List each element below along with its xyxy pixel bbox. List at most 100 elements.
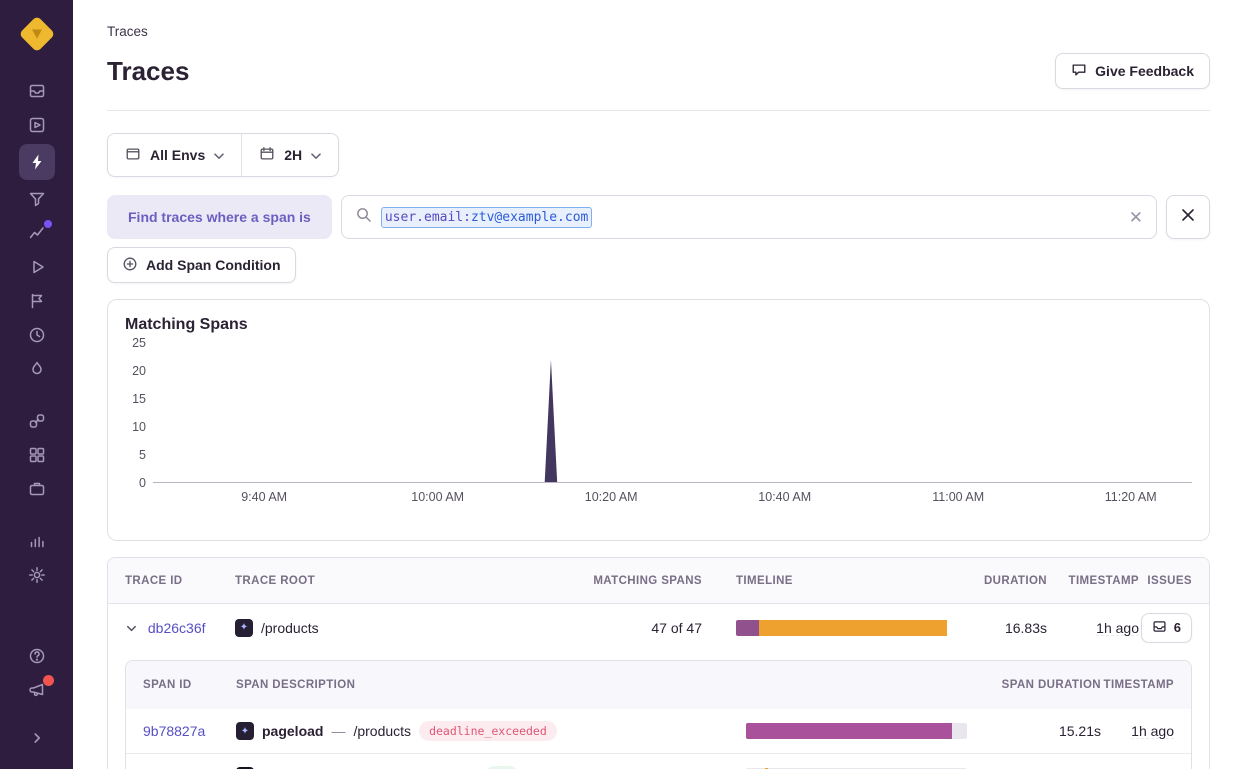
trace-timeline-bar[interactable] [736, 620, 947, 636]
span-table: SPAN ID SPAN DESCRIPTION SPAN DURATION T… [125, 660, 1192, 769]
sidebar-collapse-toggle[interactable] [19, 723, 55, 753]
op-separator: — [331, 723, 345, 739]
page-header: Traces Traces Give Feedback [73, 0, 1241, 111]
col-timestamp: TIMESTAMP [1047, 575, 1139, 587]
col-trace-id: TRACE ID [108, 575, 235, 587]
token-key: user.email: [385, 210, 471, 225]
grid-icon [28, 446, 46, 464]
sidebar-item-dashboards[interactable] [19, 440, 55, 470]
trace-duration: 16.83s [947, 620, 1047, 636]
issues-icon [28, 82, 46, 100]
project-avatar: ✦ [235, 619, 253, 637]
chevron-down-icon [214, 147, 224, 163]
span-search-input[interactable]: user.email:ztv@example.com ✕ [341, 195, 1157, 239]
broadcast-icon [28, 681, 46, 699]
sidebar-item-replays[interactable] [19, 252, 55, 282]
col-matching-spans: MATCHING SPANS [507, 575, 702, 587]
search-clear-icon[interactable]: ✕ [1129, 209, 1143, 226]
sidebar-item-releases[interactable] [19, 474, 55, 504]
sidebar-item-help[interactable] [19, 641, 55, 671]
traces-table-header: TRACE ID TRACE ROOT MATCHING SPANS TIMEL… [108, 558, 1209, 604]
trace-issues-button[interactable]: 6 [1141, 613, 1192, 643]
trace-timestamp: 1h ago [1096, 620, 1139, 636]
add-span-condition-button[interactable]: Add Span Condition [107, 247, 296, 283]
date-range-filter[interactable]: 2H [241, 134, 338, 176]
span-timeline-bar[interactable] [746, 723, 967, 739]
col-trace-root: TRACE ROOT [235, 575, 507, 587]
search-filter-token[interactable]: user.email:ztv@example.com [381, 207, 593, 228]
environment-icon [125, 146, 141, 165]
breadcrumb[interactable]: Traces [107, 24, 1210, 39]
search-icon [355, 206, 372, 228]
environment-filter[interactable]: All Envs [108, 134, 241, 176]
app-logo[interactable] [19, 16, 55, 52]
chart-title: Matching Spans [125, 316, 1192, 334]
flag-icon [28, 292, 46, 310]
chart-spike [153, 343, 1192, 482]
logo-bolt-icon [32, 30, 42, 39]
sidebar-item-whats-new[interactable] [19, 675, 55, 705]
add-span-condition-label: Add Span Condition [146, 257, 281, 273]
sidebar-item-settings[interactable] [19, 560, 55, 590]
sidebar-item-crons[interactable] [19, 320, 55, 350]
find-traces-pill: Find traces where a span is [107, 195, 332, 239]
plus-circle-icon [122, 256, 138, 275]
play-icon [28, 258, 46, 276]
sidebar-item-traces[interactable] [19, 144, 55, 180]
main-panel: Traces Traces Give Feedback All Envs 2H [73, 0, 1241, 769]
give-feedback-label: Give Feedback [1095, 63, 1194, 79]
spike-shape [545, 360, 557, 482]
span-description: /products [353, 723, 411, 739]
span-timestamp: 1h ago [1131, 723, 1174, 739]
chart-y-axis: 2520151050 [125, 343, 153, 483]
sidebar-item-profiling[interactable] [19, 354, 55, 384]
sidebar-item-projects[interactable] [19, 110, 55, 140]
give-feedback-button[interactable]: Give Feedback [1055, 53, 1210, 89]
trace-root-label: /products [261, 620, 319, 636]
collapse-row-chevron-icon[interactable] [125, 622, 138, 635]
span-search-row: Find traces where a span is user.email:z… [107, 195, 1210, 239]
chart-plot-area[interactable] [153, 343, 1192, 483]
sidebar-nav [19, 74, 55, 592]
help-icon [28, 647, 46, 665]
gear-icon [28, 566, 46, 584]
span-table-header: SPAN ID SPAN DESCRIPTION SPAN DURATION T… [126, 661, 1191, 709]
col-duration: DURATION [947, 575, 1047, 587]
feedback-bubble-icon [1071, 62, 1087, 81]
trace-issues-count: 6 [1174, 620, 1181, 635]
col-timeline: TIMELINE [702, 575, 947, 587]
chevron-down-icon [311, 147, 321, 163]
sidebar-item-insights[interactable] [19, 218, 55, 248]
matching-spans-chart-card: Matching Spans 2520151050 9:40 AM10:00 A… [107, 299, 1210, 541]
remove-query-button[interactable] [1166, 195, 1210, 239]
span-row: 9b78827a ✦ pageload — /products deadline… [126, 709, 1191, 753]
col-span-timestamp: TIMESTAMP [1101, 679, 1191, 691]
page-title: Traces [107, 56, 189, 87]
span-id-link[interactable]: 9b78827a [143, 723, 205, 739]
span-op: pageload [262, 723, 323, 739]
trace-id-link[interactable]: db26c36f [148, 620, 206, 636]
sidebar-item-integrations[interactable] [19, 406, 55, 436]
briefcase-icon [28, 480, 46, 498]
date-range-filter-label: 2H [284, 147, 302, 163]
page-filter-bar: All Envs 2H [107, 133, 339, 177]
project-avatar: ✦ [236, 722, 254, 740]
sidebar-item-stats[interactable] [19, 526, 55, 556]
clock-icon [28, 326, 46, 344]
sidebar-item-queries[interactable] [19, 184, 55, 214]
span-duration: 15.21s [996, 723, 1101, 739]
environment-filter-label: All Envs [150, 147, 205, 163]
span-row: b7a7e441 ✦ http.server — GET /organizati… [126, 753, 1191, 769]
span-status-badge: deadline_exceeded [419, 721, 557, 741]
col-span-duration: SPAN DURATION [996, 679, 1101, 691]
links-icon [28, 412, 46, 430]
col-span-id: SPAN ID [126, 679, 236, 691]
page-content: All Envs 2H Find traces where a span is … [73, 111, 1241, 769]
sidebar-item-feedback[interactable] [19, 286, 55, 316]
close-icon [1181, 208, 1195, 226]
matching-spans-value: 47 of 47 [507, 620, 702, 636]
sidebar-bottom [19, 639, 55, 755]
sidebar-item-issues[interactable] [19, 76, 55, 106]
funnel-icon [28, 190, 46, 208]
traces-table: TRACE ID TRACE ROOT MATCHING SPANS TIMEL… [107, 557, 1210, 769]
